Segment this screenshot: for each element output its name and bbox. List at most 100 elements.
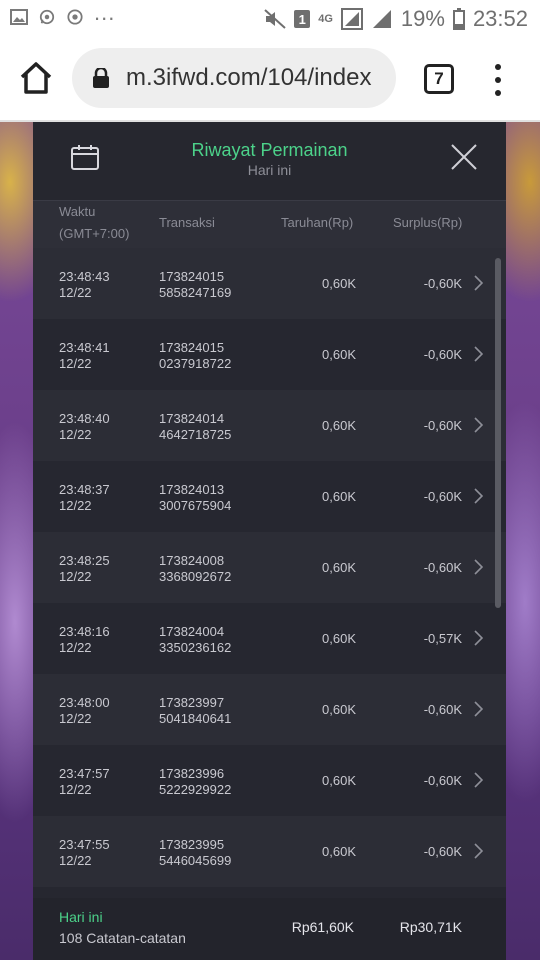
row-date: 12/22 — [59, 782, 92, 797]
row-date: 12/22 — [59, 640, 92, 655]
modal-title: Riwayat Permainan — [191, 140, 348, 160]
table-row[interactable]: 23:48:16 12/22 173824004 3350236162 0,60K … — [33, 603, 506, 674]
col-bet: Taruhan(Rp) — [281, 215, 354, 230]
col-time: Waktu — [59, 204, 96, 219]
signal-icon-2 — [372, 10, 391, 28]
row-tx-id-1: 173824004 — [159, 624, 225, 639]
battery-icon — [452, 8, 465, 30]
record-count: 108 Catatan-catatan — [59, 930, 186, 946]
table-row[interactable]: 23:48:00 12/22 173823997 5041840641 0,60K … — [33, 674, 506, 745]
chevron-right-icon[interactable] — [473, 275, 483, 291]
battery-percent: 19% — [400, 6, 445, 31]
col-transaction: Transaksi — [159, 215, 215, 230]
row-date: 12/22 — [59, 711, 92, 726]
chevron-right-icon[interactable] — [473, 772, 483, 788]
row-date: 12/22 — [59, 356, 92, 371]
more-menu-icon[interactable] — [490, 64, 506, 96]
row-bet: 0,60K — [322, 702, 356, 717]
row-tx-id-2: 5446045699 — [159, 853, 232, 868]
table-row[interactable]: 23:48:41 12/22 173824015 0237918722 0,60K … — [33, 319, 506, 390]
row-tx-id-2: 0237918722 — [159, 356, 232, 371]
row-surplus: -0,60K — [423, 489, 462, 504]
image-icon — [10, 9, 28, 25]
row-tx-id-1: 173824015 — [159, 340, 225, 355]
notification-badge: 1 — [294, 10, 311, 28]
chevron-right-icon[interactable] — [473, 417, 483, 433]
network-type: 4G — [318, 12, 333, 25]
row-bet: 0,60K — [322, 276, 356, 291]
status-time: 23:52 — [472, 6, 528, 31]
chevron-right-icon[interactable] — [473, 630, 483, 646]
status-more-dots: ... — [94, 0, 116, 25]
row-tx-id-1: 173823995 — [159, 837, 225, 852]
row-bet: 0,60K — [322, 773, 356, 788]
row-time: 23:48:37 — [59, 482, 110, 497]
row-surplus: -0,60K — [423, 844, 462, 859]
col-surplus: Surplus(Rp) — [393, 215, 463, 230]
home-icon[interactable] — [18, 60, 54, 96]
row-bet: 0,60K — [322, 631, 356, 646]
col-timezone: (GMT+7:00) — [59, 226, 130, 241]
status-left: ... — [10, 0, 115, 26]
lock-icon — [93, 68, 109, 88]
browser-toolbar: m.3ifwd.com/104/index 7 — [0, 38, 540, 122]
chevron-right-icon[interactable] — [473, 701, 483, 717]
url-text[interactable]: m.3ifwd.com/104/index — [126, 64, 371, 92]
row-time: 23:48:25 — [59, 553, 110, 568]
tab-switcher-icon[interactable]: 7 — [424, 64, 454, 94]
row-date: 12/22 — [59, 427, 92, 442]
row-tx-id-1: 173824008 — [159, 553, 225, 568]
row-surplus: -0,60K — [423, 702, 462, 717]
row-surplus: -0,60K — [423, 773, 462, 788]
whatsapp-icon — [39, 9, 55, 25]
row-tx-id-2: 5858247169 — [159, 285, 232, 300]
scrollbar[interactable] — [495, 258, 501, 608]
chevron-right-icon[interactable] — [473, 843, 483, 859]
table-row[interactable]: 23:47:55 12/22 173823995 5446045699 0,60K … — [33, 816, 506, 887]
chrome-icon — [67, 9, 83, 25]
row-surplus: -0,60K — [423, 276, 462, 291]
row-tx-id-2: 3368092672 — [159, 569, 232, 584]
signal-icon — [340, 8, 363, 30]
row-surplus: -0,57K — [423, 631, 462, 646]
game-history-modal: Riwayat Permainan Hari ini Waktu (GMT+7:… — [33, 122, 506, 960]
row-tx-id-2: 5222929922 — [159, 782, 232, 797]
row-surplus: -0,60K — [423, 347, 462, 362]
status-bar: ... 1 4G 19% 23:52 — [0, 0, 540, 38]
row-time: 23:48:00 — [59, 695, 110, 710]
total-surplus: Rp30,71K — [399, 919, 462, 935]
modal-subtitle: Hari ini — [247, 162, 292, 178]
mute-icon — [264, 9, 286, 29]
row-time: 23:48:40 — [59, 411, 110, 426]
row-bet: 0,60K — [322, 347, 356, 362]
close-icon[interactable] — [451, 144, 477, 170]
row-tx-id-2: 5041840641 — [159, 711, 232, 726]
row-date: 12/22 — [59, 285, 92, 300]
row-date: 12/22 — [59, 569, 92, 584]
row-bet: 0,60K — [322, 418, 356, 433]
total-bet: Rp61,60K — [291, 919, 354, 935]
row-time: 23:48:16 — [59, 624, 110, 639]
table-row[interactable]: 23:48:37 12/22 173824013 3007675904 0,60K … — [33, 461, 506, 532]
row-time: 23:48:41 — [59, 340, 110, 355]
url-bar[interactable]: m.3ifwd.com/104/index — [72, 48, 396, 108]
row-date: 12/22 — [59, 853, 92, 868]
row-tx-id-1: 173824015 — [159, 269, 225, 284]
table-row[interactable]: 23:48:40 12/22 173824014 4642718725 0,60K … — [33, 390, 506, 461]
row-tx-id-2: 4642718725 — [159, 427, 232, 442]
chevron-right-icon[interactable] — [473, 488, 483, 504]
history-list: 23:48:43 12/22 173824015 5858247169 0,60K … — [33, 248, 506, 908]
chevron-right-icon[interactable] — [473, 559, 483, 575]
table-row[interactable]: 23:48:25 12/22 173824008 3368092672 0,60K … — [33, 532, 506, 603]
table-header: Waktu (GMT+7:00) Transaksi Taruhan(Rp) S… — [33, 200, 506, 249]
status-right: 1 4G 19% 23:52 — [264, 6, 528, 32]
row-time: 23:47:55 — [59, 837, 110, 852]
row-surplus: -0,60K — [423, 560, 462, 575]
row-tx-id-1: 173823996 — [159, 766, 225, 781]
footer-label: Hari ini — [59, 909, 103, 925]
table-row[interactable]: 23:48:43 12/22 173824015 5858247169 0,60K … — [33, 248, 506, 319]
chevron-right-icon[interactable] — [473, 346, 483, 362]
modal-header: Riwayat Permainan Hari ini — [33, 122, 506, 200]
table-row[interactable]: 23:47:57 12/22 173823996 5222929922 0,60K … — [33, 745, 506, 816]
row-tx-id-1: 173824014 — [159, 411, 225, 426]
